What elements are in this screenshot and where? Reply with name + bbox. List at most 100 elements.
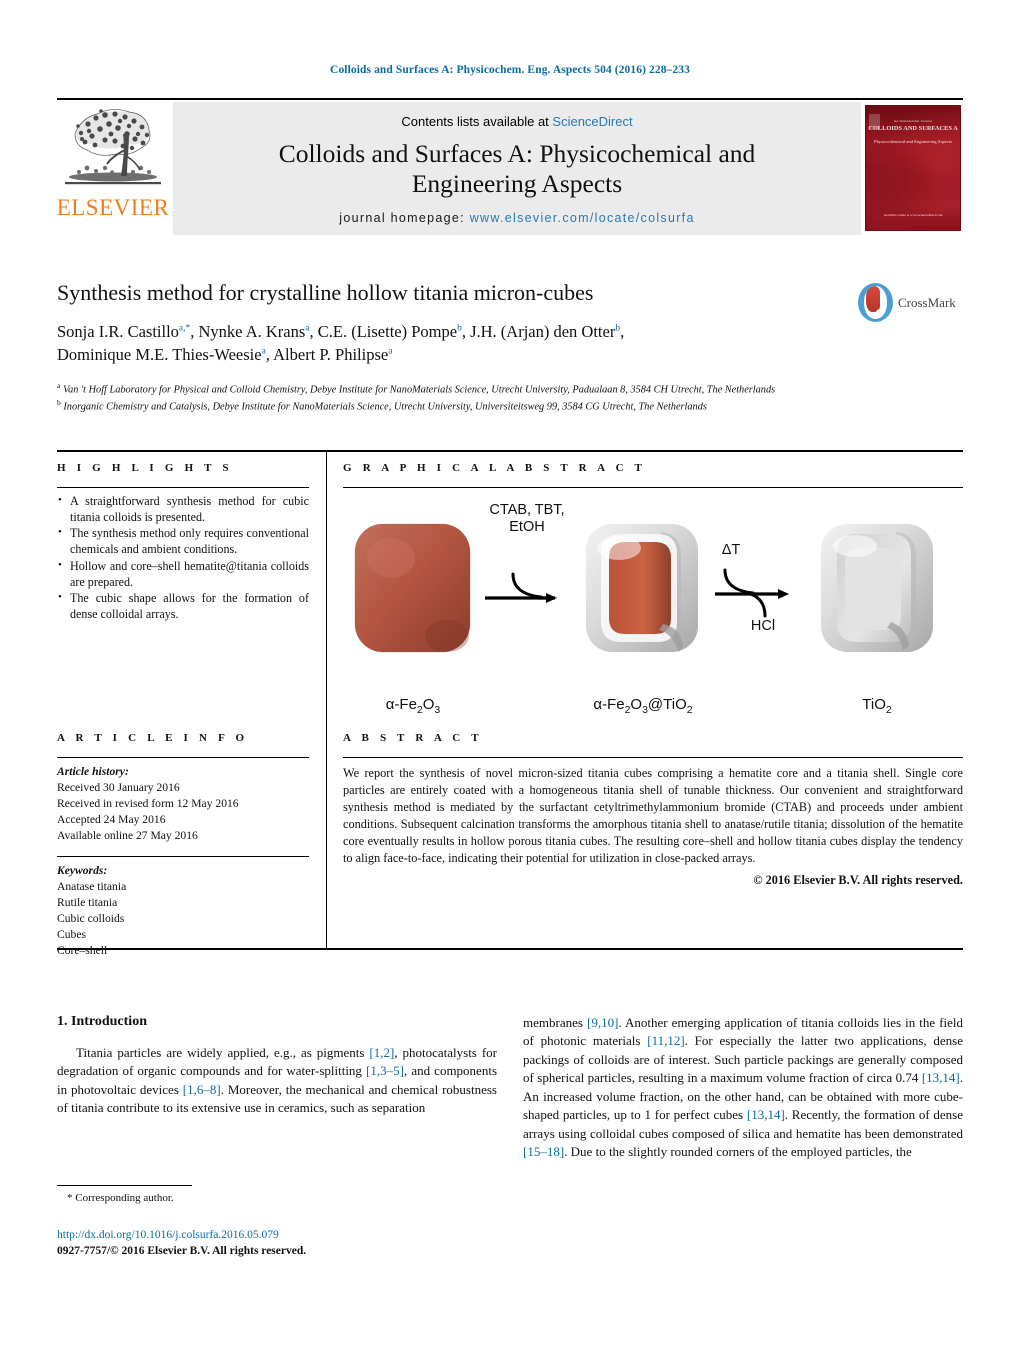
- graphical-abstract-figure: CTAB, TBT, EtOH ΔT HCl: [343, 496, 963, 696]
- elsevier-logo: ELSEVIER: [57, 102, 169, 235]
- highlights-section: H I G H L I G H T S A straightforward sy…: [57, 462, 309, 624]
- journal-cover-thumbnail: An International Journal COLLOIDS AND SU…: [865, 102, 961, 235]
- hollow-cube-graphic: [821, 524, 933, 652]
- footnote-block: * Corresponding author.: [57, 1185, 497, 1204]
- author-2: C.E. (Lisette) Pompeb: [317, 322, 462, 342]
- body-column-left: 1. Introduction Titania particles are wi…: [57, 1014, 497, 1118]
- history-item: Received 30 January 2016: [57, 780, 180, 794]
- history-item: Accepted 24 May 2016: [57, 812, 166, 826]
- article-history-label: Article history:: [57, 765, 129, 778]
- highlights-heading: H I G H L I G H T S: [57, 462, 233, 474]
- keyword-item: Core–shell: [57, 943, 108, 957]
- affiliation-b-text: Inorganic Chemistry and Catalysis, Debye…: [63, 401, 707, 413]
- paper-page: Colloids and Surfaces A: Physicochem. En…: [0, 0, 1020, 1351]
- author-0: Sonja I.R. Castilloa,*: [57, 322, 191, 342]
- history-item: Available online 27 May 2016: [57, 828, 198, 842]
- panel-top-rule: [57, 450, 963, 452]
- list-item: The synthesis method only requires conve…: [58, 525, 309, 557]
- footnote-rule: [57, 1185, 192, 1186]
- arrow1-reagents-line1: CTAB, TBT,: [489, 502, 565, 518]
- affiliation-a: a Van 't Hoff Laboratory for Physical an…: [57, 381, 857, 398]
- intro-paragraph-right: membranes [9,10]. Another emerging appli…: [523, 1015, 964, 1160]
- homepage-prefix: journal homepage:: [339, 211, 470, 226]
- doi-block: http://dx.doi.org/10.1016/j.colsurfa.201…: [57, 1228, 497, 1260]
- journal-title: Colloids and Surfaces A: Physicochemical…: [279, 139, 756, 199]
- page-title: Synthesis method for crystalline hollow …: [57, 280, 594, 305]
- hematite-cube-graphic: [354, 523, 471, 653]
- abstract-heading: A B S T R A C T: [343, 732, 483, 744]
- keyword-item: Cubic colloids: [57, 912, 125, 925]
- contents-available-line: Contents lists available at ScienceDirec…: [401, 114, 632, 129]
- contents-prefix: Contents lists available at: [401, 114, 553, 129]
- graphical-abstract-rule: [343, 487, 963, 488]
- arrow2-reagent-above: ΔT: [721, 542, 741, 558]
- cover-line2: COLLOIDS AND SURFACES A: [868, 125, 958, 132]
- crossmark-badge[interactable]: CrossMark: [858, 283, 956, 322]
- article-history: Article history: Received 30 January 201…: [57, 764, 309, 843]
- abstract-rule: [343, 757, 963, 758]
- citation-ref[interactable]: [11,12]: [647, 1033, 684, 1048]
- intro-paragraph-left: Titania particles are widely applied, e.…: [57, 1045, 498, 1116]
- keywords-label: Keywords:: [57, 864, 108, 878]
- author-0-marks: a,*: [178, 323, 191, 334]
- keywords-rule: [57, 856, 309, 858]
- journal-homepage-line: journal homepage: www.elsevier.com/locat…: [339, 211, 694, 225]
- sciencedirect-link[interactable]: ScienceDirect: [552, 114, 632, 129]
- citation-ref[interactable]: [1,6–8]: [183, 1082, 221, 1097]
- section-heading-introduction: 1. Introduction: [57, 1014, 147, 1029]
- abstract-text: We report the synthesis of novel micron-…: [343, 766, 963, 865]
- masthead-center: Contents lists available at ScienceDirec…: [173, 102, 861, 235]
- article-info-rule: [57, 757, 309, 758]
- graphical-abstract-labels: α-Fe2O3 α-Fe2O3@TiO2 TiO2: [343, 696, 963, 722]
- elsevier-wordmark: ELSEVIER: [56, 195, 170, 220]
- highlights-rule: [57, 487, 309, 488]
- citation-ref[interactable]: [1,2]: [369, 1045, 394, 1060]
- keywords-block: Keywords: Anatase titania Rutile titania…: [57, 863, 309, 958]
- cover-line3: Physicochemical and Engineering Aspects: [874, 139, 952, 144]
- author-3-marks: b: [615, 323, 621, 334]
- doi-link[interactable]: http://dx.doi.org/10.1016/j.colsurfa.201…: [57, 1228, 497, 1244]
- citation-ref[interactable]: [1,3–5]: [366, 1063, 404, 1078]
- affiliation-a-mark: a: [57, 381, 61, 390]
- abstract-copyright: © 2016 Elsevier B.V. All rights reserved…: [753, 872, 963, 887]
- citation-ref[interactable]: [13,14]: [747, 1107, 785, 1122]
- keyword-item: Rutile titania: [57, 896, 118, 910]
- graphical-abstract-heading: G R A P H I C A L A B S T R A C T: [343, 462, 647, 474]
- cover-line1: An International Journal: [894, 119, 932, 123]
- crossmark-icon: [858, 283, 893, 322]
- journal-title-line1: Colloids and Surfaces A: Physicochemical…: [278, 139, 756, 168]
- core-shell-cube-graphic: [586, 524, 698, 652]
- author-3: J.H. (Arjan) den Otterb: [470, 322, 621, 342]
- label-core-shell: α-Fe2O3@TiO2: [593, 696, 693, 716]
- list-item: Hollow and core–shell hematite@titania c…: [58, 558, 309, 590]
- author-1: Nynke A. Kransa: [198, 322, 310, 342]
- issn-copyright-line: 0927-7757/© 2016 Elsevier B.V. All right…: [57, 1244, 307, 1257]
- reaction-arrow-2: [715, 568, 789, 618]
- reaction-arrow-1: [485, 572, 557, 603]
- author-2-marks: b: [457, 323, 462, 334]
- keyword-item: Cubes: [57, 927, 86, 941]
- highlights-list: A straightforward synthesis method for c…: [57, 493, 309, 623]
- citation-ref[interactable]: [15–18]: [523, 1144, 564, 1159]
- graphical-abstract-section: G R A P H I C A L A B S T R A C T CTAB, …: [343, 462, 963, 722]
- corresponding-author-note: * Corresponding author.: [67, 1192, 174, 1204]
- author-4: Dominique M.E. Thies-Weesiea: [57, 344, 266, 364]
- citation-ref[interactable]: [13,14]: [922, 1070, 960, 1085]
- author-5: Albert P. Philipsea: [273, 344, 393, 364]
- running-head: Colloids and Surfaces A: Physicochem. En…: [330, 64, 690, 76]
- journal-homepage-link[interactable]: www.elsevier.com/locate/colsurfa: [470, 211, 695, 225]
- journal-title-line2: Engineering Aspects: [411, 169, 623, 199]
- author-5-marks: a: [388, 346, 393, 357]
- affiliation-b-mark: b: [57, 398, 61, 408]
- crossmark-label: CrossMark: [898, 294, 956, 310]
- keyword-item: Anatase titania: [57, 880, 127, 894]
- history-item: Received in revised form 12 May 2016: [57, 796, 239, 810]
- author-list: Sonja I.R. Castilloa,*, Nynke A. Kransa,…: [57, 322, 625, 364]
- title-block: Synthesis method for crystalline hollow …: [57, 280, 847, 366]
- label-hematite: α-Fe2O3: [385, 696, 441, 716]
- arrow2-reagent-below: HCl: [750, 618, 776, 634]
- list-item: The cubic shape allows for the formation…: [58, 590, 309, 622]
- affiliations: a Van 't Hoff Laboratory for Physical an…: [57, 381, 857, 415]
- citation-ref[interactable]: [9,10]: [587, 1015, 618, 1030]
- arrow1-reagents-line2: EtOH: [509, 519, 545, 536]
